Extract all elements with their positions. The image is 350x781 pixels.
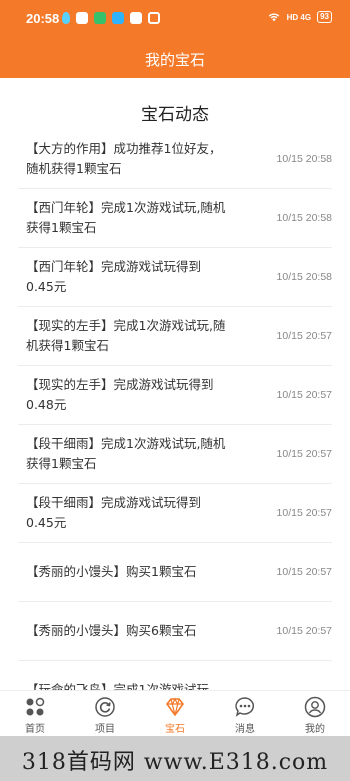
chat-icon — [235, 697, 254, 717]
list-item: 【西门年轮】完成游戏试玩得到0.45元 10/15 20:58 — [18, 248, 332, 307]
title-bar: 我的宝石 — [0, 40, 350, 78]
status-bar: 20:58 HD 4G 93 — [0, 0, 350, 40]
feed-item-time: 10/15 20:58 — [276, 153, 332, 165]
home-dots-icon — [26, 697, 45, 716]
feed-item-time: 10/15 20:57 — [276, 330, 332, 342]
feed-item-text: 【秀丽的小馒头】购买6颗宝石 — [26, 623, 197, 638]
bottom-tab-bar: 首页 项目 宝石 消息 我的 — [0, 690, 350, 736]
feed-item-text: 【段干细雨】完成游戏试玩得到0.45元 — [26, 495, 202, 530]
tab-profile[interactable]: 我的 — [280, 691, 350, 736]
gem-feed-list: 【大方的作用】成功推荐1位好友，随机获得1颗宝石 10/15 20:58 【西门… — [18, 130, 332, 720]
signal-indicator: HD 4G — [286, 12, 312, 22]
app-icon — [94, 12, 106, 24]
system-icons: HD 4G 93 — [267, 10, 332, 24]
section-heading: 宝石动态 — [141, 105, 209, 125]
watermark-text: 318首码网 www.E318.com — [21, 750, 329, 775]
feed-item-text: 【西门年轮】完成1次游戏试玩,随机获得1颗宝石 — [26, 200, 226, 235]
feed-item-time: 10/15 20:57 — [276, 507, 332, 519]
battery-indicator: 93 — [317, 11, 332, 23]
tab-label: 项目 — [95, 724, 115, 735]
tab-label: 宝石 — [165, 724, 185, 735]
app-icon — [76, 12, 88, 24]
list-item: 【秀丽的小馒头】购买6颗宝石 10/15 20:57 — [18, 602, 332, 661]
record-icon — [148, 12, 160, 24]
notification-icons — [62, 12, 160, 24]
feed-item-text: 【西门年轮】完成游戏试玩得到0.45元 — [26, 259, 202, 294]
feed-item-time: 10/15 20:57 — [276, 625, 332, 637]
refresh-icon — [95, 697, 115, 717]
status-time: 20:58 — [26, 11, 60, 26]
wifi-icon — [268, 13, 279, 22]
tab-messages[interactable]: 消息 — [210, 691, 280, 736]
feed-item-time: 10/15 20:57 — [276, 389, 332, 401]
list-item: 【现实的左手】完成游戏试玩得到0.48元 10/15 20:57 — [18, 366, 332, 425]
list-item: 【段干细雨】完成1次游戏试玩,随机获得1颗宝石 10/15 20:57 — [18, 425, 332, 484]
tab-label: 我的 — [305, 724, 325, 735]
bell-icon — [62, 12, 70, 24]
tab-label: 消息 — [235, 724, 255, 735]
feed-item-time: 10/15 20:58 — [276, 271, 332, 283]
app-icon — [112, 12, 124, 24]
user-icon — [304, 696, 326, 718]
list-item: 【西门年轮】完成1次游戏试玩,随机获得1颗宝石 10/15 20:58 — [18, 189, 332, 248]
tab-projects[interactable]: 项目 — [70, 691, 140, 736]
list-item: 【现实的左手】完成1次游戏试玩,随机获得1颗宝石 10/15 20:57 — [18, 307, 332, 366]
diamond-icon — [166, 697, 184, 716]
feed-item-text: 【段干细雨】完成1次游戏试玩,随机获得1颗宝石 — [26, 436, 226, 471]
tab-gems[interactable]: 宝石 — [140, 691, 210, 736]
feed-item-text: 【大方的作用】成功推荐1位好友，随机获得1颗宝石 — [26, 141, 222, 176]
tab-home[interactable]: 首页 — [0, 691, 70, 736]
feed-item-text: 【现实的左手】完成游戏试玩得到0.48元 — [26, 377, 214, 412]
feed-item-time: 10/15 20:57 — [276, 448, 332, 460]
feed-item-time: 10/15 20:58 — [276, 212, 332, 224]
tab-label: 首页 — [25, 724, 45, 735]
feed-item-text: 【秀丽的小馒头】购买1颗宝石 — [26, 564, 197, 579]
app-icon — [130, 12, 142, 24]
feed-item-time: 10/15 20:57 — [276, 566, 332, 578]
list-item: 【秀丽的小馒头】购买1颗宝石 10/15 20:57 — [18, 543, 332, 602]
feed-item-text: 【现实的左手】完成1次游戏试玩,随机获得1颗宝石 — [26, 318, 226, 353]
page-title: 我的宝石 — [144, 51, 205, 69]
list-item: 【大方的作用】成功推荐1位好友，随机获得1颗宝石 10/15 20:58 — [18, 130, 332, 189]
watermark-banner: 318首码网 www.E318.com — [0, 736, 350, 781]
list-item: 【段干细雨】完成游戏试玩得到0.45元 10/15 20:57 — [18, 484, 332, 543]
